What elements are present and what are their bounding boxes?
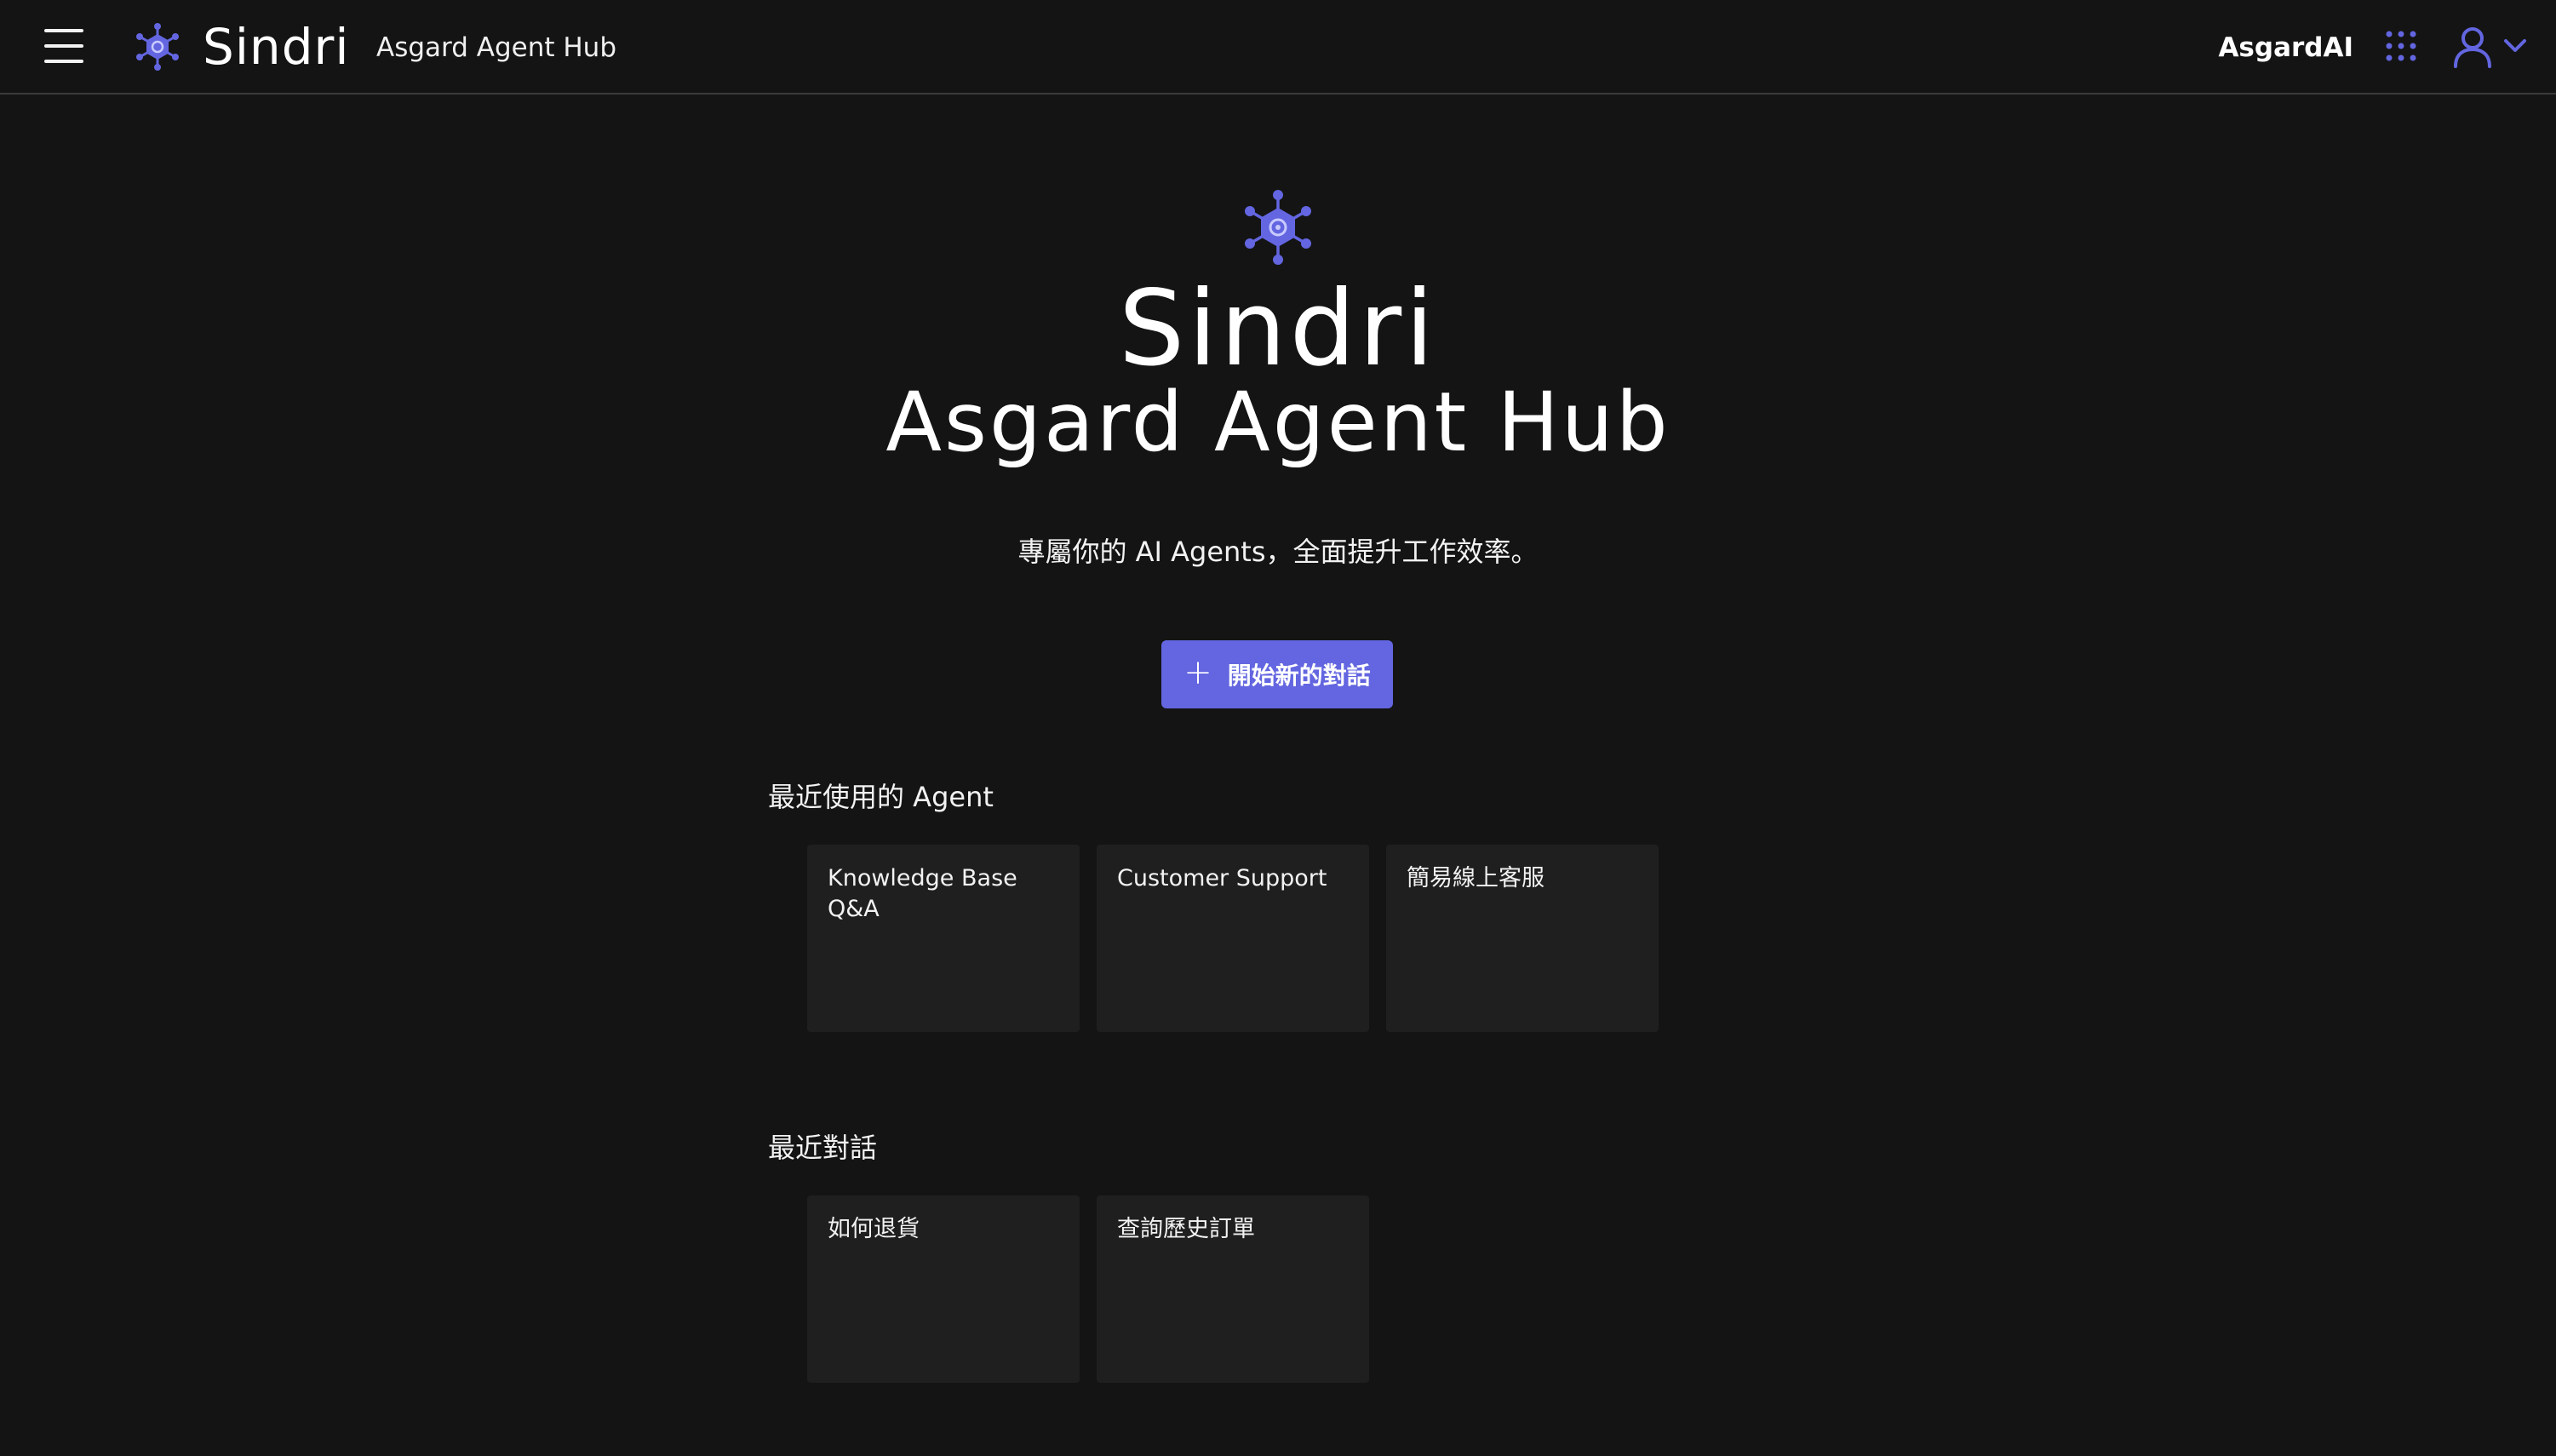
recent-chats-title: 最近對話 (768, 1132, 878, 1164)
agent-card[interactable]: Customer Support (1097, 845, 1369, 1032)
hero-subtitle: Asgard Agent Hub (885, 375, 1671, 470)
chat-card[interactable]: 查詢歷史訂單 (1097, 1195, 1369, 1383)
grid-apps-icon[interactable] (2386, 31, 2416, 61)
recent-chats-list: 如何退貨 查詢歷史訂單 (807, 1195, 1369, 1383)
new-chat-label: 開始新的對話 (1227, 662, 1371, 690)
chat-card[interactable]: 如何退貨 (807, 1195, 1080, 1383)
recent-agents-list: Knowledge Base Q&A Customer Support 簡易線上… (807, 845, 1659, 1032)
recent-agents-title: 最近使用的 Agent (768, 781, 994, 813)
top-bar: Sindri Asgard Agent Hub AsgardAI (0, 0, 2556, 95)
hero-title: Sindri (1118, 268, 1438, 389)
brand-name[interactable]: Sindri (203, 17, 349, 77)
hexagon-network-icon[interactable] (133, 22, 182, 72)
new-chat-button[interactable]: + 開始新的對話 (1161, 640, 1393, 708)
agent-card[interactable]: Knowledge Base Q&A (807, 845, 1080, 1032)
hamburger-menu-icon[interactable] (44, 29, 83, 63)
hexagon-network-icon (1245, 190, 1311, 265)
organization-name[interactable]: AsgardAI (2218, 31, 2353, 65)
product-name: Asgard Agent Hub (376, 32, 617, 63)
chevron-down-icon[interactable] (2503, 37, 2527, 54)
agent-card[interactable]: 簡易線上客服 (1386, 845, 1659, 1032)
tagline: 專屬你的 AI Agents，全面提升工作效率。 (1017, 536, 1539, 568)
user-icon[interactable] (2452, 26, 2493, 68)
plus-icon: + (1183, 653, 1212, 692)
